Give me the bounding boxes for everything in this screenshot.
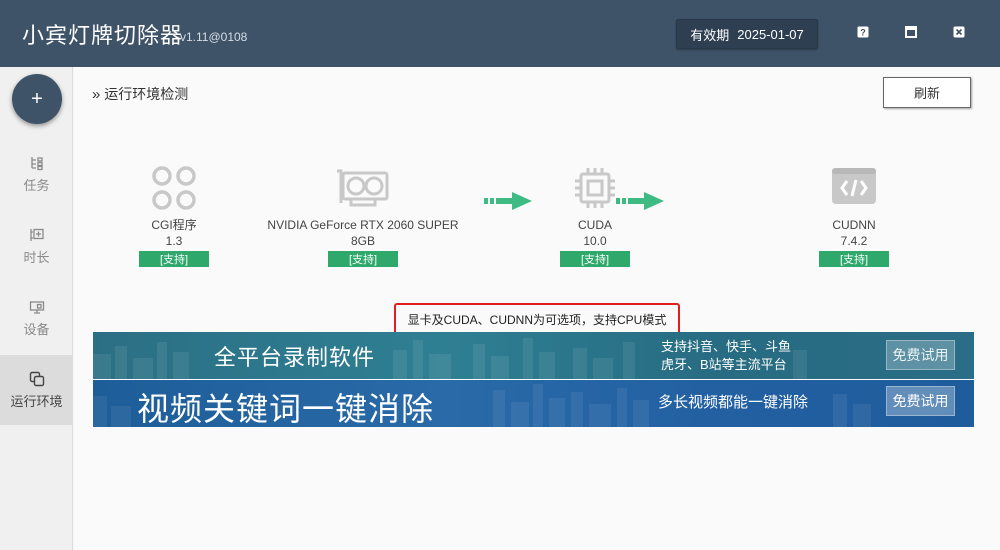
banner-title: 全平台录制软件 bbox=[214, 345, 376, 370]
arrow-right-icon bbox=[484, 191, 534, 215]
env-version: 1.3 bbox=[165, 234, 183, 248]
status-badge: [支持] bbox=[328, 251, 398, 267]
main-panel: » 运行环境检测 刷新 CGI程序 1.3 [支持] NVIDIA GeForc… bbox=[74, 67, 1000, 550]
gpu-icon bbox=[335, 165, 391, 211]
status-badge: [支持] bbox=[819, 251, 889, 267]
free-trial-button[interactable]: 免费试用 bbox=[886, 340, 955, 370]
sidebar-item-label: 任务 bbox=[23, 177, 50, 193]
section-title: » 运行环境检测 bbox=[92, 84, 188, 104]
code-icon bbox=[831, 165, 877, 211]
title-bar: 小宾灯牌切除器 v1.11@0108 有效期 2025-01-07 ? bbox=[0, 0, 1000, 67]
expiry-date: 2025-01-07 bbox=[737, 26, 804, 42]
chip-icon bbox=[572, 165, 618, 211]
arrow-right-icon bbox=[616, 191, 666, 215]
env-item-cudnn: CUDNN 7.4.2 [支持] bbox=[819, 165, 889, 267]
env-item-cuda: CUDA 10.0 [支持] bbox=[560, 165, 630, 267]
sidebar: + 任务 时长 设备 运行环境 bbox=[0, 67, 73, 550]
env-name: CUDA bbox=[577, 218, 612, 232]
help-button[interactable]: ? bbox=[857, 26, 869, 38]
sidebar-item-label: 时长 bbox=[23, 249, 50, 265]
env-name: CGI程序 bbox=[151, 218, 197, 232]
clover-icon bbox=[151, 165, 197, 211]
double-chevron-icon: » bbox=[92, 86, 101, 103]
env-version: 7.4.2 bbox=[840, 234, 868, 248]
optional-note: 显卡及CUDA、CUDNN为可选项，支持CPU模式 bbox=[394, 303, 680, 335]
expiry-button[interactable]: 有效期 2025-01-07 bbox=[676, 19, 818, 49]
env-item-gpu: NVIDIA GeForce RTX 2060 SUPER 8GB [支持] bbox=[260, 165, 466, 267]
banner-subtitle-line: 支持抖音、快手、斗鱼 bbox=[661, 339, 792, 354]
sidebar-item-label: 设备 bbox=[23, 321, 50, 337]
add-task-button[interactable]: + bbox=[12, 74, 62, 124]
sidebar-item-device[interactable]: 设备 bbox=[0, 283, 73, 353]
refresh-button[interactable]: 刷新 bbox=[883, 77, 971, 108]
device-icon bbox=[29, 299, 45, 315]
env-version: 10.0 bbox=[583, 234, 607, 248]
app-title: 小宾灯牌切除器 bbox=[22, 24, 184, 49]
expiry-label: 有效期 bbox=[690, 27, 730, 43]
environment-icon bbox=[29, 371, 45, 387]
sidebar-item-duration[interactable]: 时长 bbox=[0, 211, 73, 281]
env-name: CUDNN bbox=[832, 218, 876, 232]
ad-banner-recording[interactable]: 全平台录制软件 支持抖音、快手、斗鱼 虎牙、B站等主流平台 免费试用 bbox=[93, 332, 974, 379]
free-trial-button[interactable]: 免费试用 bbox=[886, 386, 955, 416]
sidebar-item-environment[interactable]: 运行环境 bbox=[0, 355, 73, 425]
env-version: 8GB bbox=[350, 234, 375, 248]
maximize-button[interactable] bbox=[905, 26, 917, 38]
sidebar-item-task[interactable]: 任务 bbox=[0, 139, 73, 209]
close-button[interactable] bbox=[953, 26, 965, 38]
status-badge: [支持] bbox=[139, 251, 209, 267]
env-name: NVIDIA GeForce RTX 2060 SUPER bbox=[267, 218, 459, 232]
status-badge: [支持] bbox=[560, 251, 630, 267]
sidebar-item-label: 运行环境 bbox=[10, 393, 63, 409]
banner-title: 视频关键词一键消除 bbox=[137, 391, 435, 427]
svg-text:?: ? bbox=[860, 28, 866, 38]
plus-icon: + bbox=[31, 87, 43, 110]
banner-subtitle-line: 虎牙、B站等主流平台 bbox=[661, 357, 787, 372]
duration-icon bbox=[29, 227, 45, 243]
banner-subtitle: 多长视频都能一键消除 bbox=[658, 394, 809, 411]
maximize-icon bbox=[905, 26, 917, 38]
section-title-text: 运行环境检测 bbox=[104, 86, 189, 102]
close-icon bbox=[953, 26, 965, 38]
env-item-cgi: CGI程序 1.3 [支持] bbox=[139, 165, 209, 267]
question-icon: ? bbox=[857, 26, 869, 38]
app-version: v1.11@0108 bbox=[180, 30, 248, 44]
banner-subtitle: 支持抖音、快手、斗鱼 虎牙、B站等主流平台 bbox=[661, 338, 791, 374]
task-icon bbox=[29, 155, 45, 171]
ad-banner-erase[interactable]: 视频关键词一键消除 多长视频都能一键消除 免费试用 bbox=[93, 380, 974, 427]
